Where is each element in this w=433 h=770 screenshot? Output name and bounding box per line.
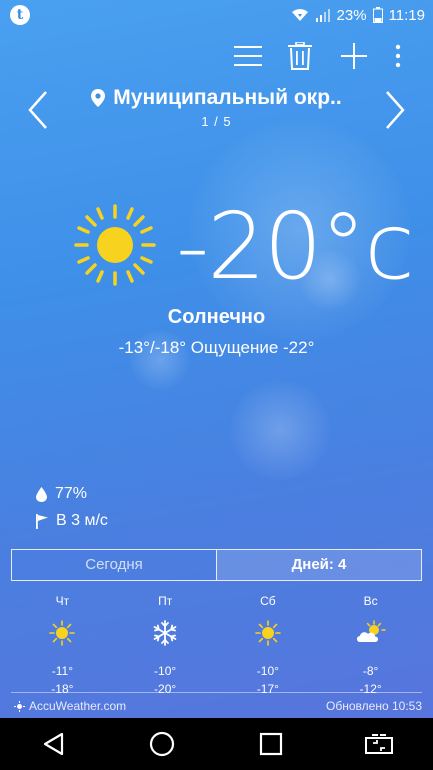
brand-label: AccuWeather.com [29, 699, 127, 713]
wifi-icon [291, 9, 308, 21]
status-bar: t 23% 11:19 [0, 0, 433, 30]
battery-percent: 23% [336, 6, 367, 24]
weather-condition: Солнечно [167, 306, 266, 328]
accuweather-link[interactable]: AccuWeather.com [14, 699, 126, 713]
location-header[interactable]: Муниципальный окр.. 1 / 5 [60, 86, 373, 129]
min-max-feels-like: -13°/-18° Ощущение -22° [118, 338, 315, 357]
dual-window-button[interactable] [359, 724, 399, 764]
divider [11, 692, 422, 693]
day-high: -10° [154, 664, 177, 678]
forecast-day[interactable]: Сб -10° -17° [217, 594, 320, 696]
back-triangle-icon [44, 732, 64, 756]
trash-icon [288, 42, 312, 70]
forecast-day[interactable]: Пт -10° -20° [114, 594, 217, 696]
location-name: Муниципальный окр.. [113, 86, 342, 109]
home-button[interactable] [142, 724, 182, 764]
app-notification-icon: t [10, 5, 30, 25]
overflow-menu-button[interactable] [388, 38, 408, 74]
recents-square-icon [259, 732, 282, 756]
accuweather-logo-icon [14, 700, 25, 712]
sun-icon [255, 620, 281, 646]
footer: AccuWeather.com Обновлено 10:53 [14, 698, 422, 714]
recents-button[interactable] [251, 724, 291, 764]
flag-icon [36, 513, 48, 529]
next-location-button[interactable] [375, 88, 415, 132]
weather-screen: t 23% 11:19 Муниципальный окр.. 1 / 5 -2… [0, 0, 433, 770]
day-high: -11° [51, 664, 73, 678]
tab-days[interactable]: Дней: 4 [216, 550, 421, 580]
day-name: Чт [55, 594, 70, 608]
humidity-value: 77% [55, 485, 88, 502]
previous-location-button[interactable] [18, 88, 58, 132]
battery-icon [372, 7, 383, 23]
day-low: -18° [51, 682, 74, 696]
clock: 11:19 [388, 6, 425, 24]
forecast-day[interactable]: Вс -8° -12° [319, 594, 422, 696]
wind-value: В 3 м/с [56, 512, 108, 529]
sun-icon [74, 204, 156, 286]
chevron-left-icon [28, 91, 47, 129]
menu-icon [234, 46, 262, 66]
humidity-row: 77% [36, 485, 87, 503]
day-name: Сб [260, 594, 276, 608]
chevron-right-icon [386, 91, 405, 129]
day-high: -8° [362, 664, 379, 678]
snowflake-icon [153, 620, 177, 646]
daily-forecast: Чт -11° -18° Пт -10° -20° Сб -10° -17° В… [11, 594, 422, 696]
more-vertical-icon [395, 44, 401, 68]
partly-cloudy-icon [356, 620, 386, 642]
plus-icon [341, 43, 367, 69]
tab-today[interactable]: Сегодня [12, 550, 216, 580]
switch-window-icon [364, 734, 393, 754]
signal-icon [315, 9, 330, 22]
forecast-day[interactable]: Чт -11° -18° [11, 594, 114, 696]
day-name: Вс [363, 594, 378, 608]
menu-button[interactable] [230, 38, 266, 74]
location-pin-icon [91, 89, 106, 107]
day-low: -12° [359, 682, 382, 696]
water-drop-icon [36, 486, 47, 502]
delete-button[interactable] [282, 38, 318, 74]
day-name: Пт [158, 594, 173, 608]
back-button[interactable] [34, 724, 74, 764]
lens-flare [230, 380, 330, 480]
updated-time: Обновлено 10:53 [326, 699, 422, 713]
day-low: -17° [256, 682, 279, 696]
navigation-bar [0, 718, 433, 770]
wind-row: В 3 м/с [36, 512, 108, 530]
current-temperature: -20°c [176, 193, 415, 300]
forecast-tabs: Сегодня Дней: 4 [11, 549, 422, 581]
add-location-button[interactable] [336, 38, 372, 74]
sun-icon [49, 620, 76, 646]
home-circle-icon [150, 731, 175, 757]
day-low: -20° [154, 682, 177, 696]
day-high: -10° [256, 664, 279, 678]
location-page-indicator: 1 / 5 [201, 114, 232, 129]
